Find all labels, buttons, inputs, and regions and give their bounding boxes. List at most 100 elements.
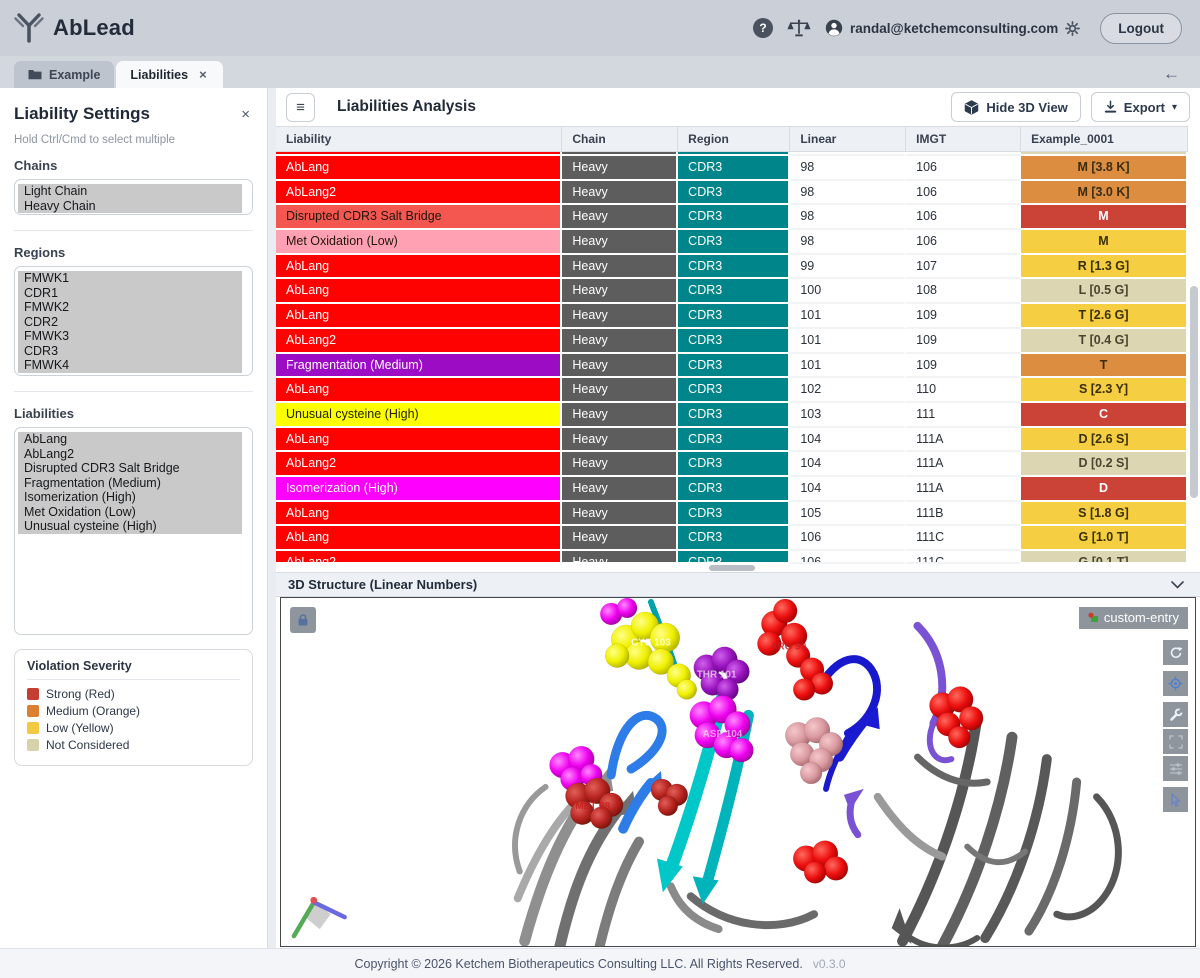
cell-region: CDR3: [678, 452, 790, 477]
column-header[interactable]: Chain: [562, 127, 678, 152]
column-header[interactable]: Example_0001: [1021, 127, 1188, 152]
cell-example: S [2.3 Y]: [1021, 378, 1188, 403]
chains-listbox[interactable]: Light ChainHeavy Chain: [14, 179, 253, 215]
gear-icon[interactable]: [1065, 21, 1080, 36]
cell-chain: Heavy: [562, 205, 678, 230]
cell-linear: 106: [790, 551, 906, 564]
regions-listbox[interactable]: FMWK1CDR1FMWK2CDR2FMWK3CDR3FMWK4: [14, 266, 253, 376]
region-option[interactable]: CDR2: [18, 315, 242, 330]
column-header[interactable]: Region: [678, 127, 790, 152]
table-row[interactable]: Fragmentation (Medium) Heavy CDR3 101 10…: [276, 354, 1188, 379]
cell-linear: 101: [790, 354, 906, 379]
table-row[interactable]: AbLang2 Heavy CDR3 104 111A D [0.2 S]: [276, 452, 1188, 477]
viewer-lock-button[interactable]: [290, 607, 316, 633]
cell-chain: Heavy: [562, 279, 678, 304]
table-row[interactable]: AbLang Heavy CDR3 105 111B S [1.8 G]: [276, 502, 1188, 527]
logout-button[interactable]: Logout: [1100, 13, 1182, 44]
liability-option[interactable]: Isomerization (High): [18, 490, 242, 505]
autofocus-button[interactable]: [1163, 671, 1188, 696]
export-button[interactable]: Export ▾: [1091, 92, 1190, 122]
cell-linear: 98: [790, 156, 906, 181]
help-icon[interactable]: ?: [753, 18, 773, 38]
column-header[interactable]: Liability: [276, 127, 562, 152]
cell-linear: 101: [790, 329, 906, 354]
table-row[interactable]: Met Oxidation (Low) Heavy CDR3 98 106 M: [276, 230, 1188, 255]
table-row[interactable]: AbLang Heavy CDR3 102 110 S [2.3 Y]: [276, 378, 1188, 403]
expand-button[interactable]: [1163, 729, 1188, 754]
region-option[interactable]: FMWK3: [18, 329, 242, 344]
close-icon[interactable]: ×: [238, 106, 253, 123]
table-row[interactable]: Unusual cysteine (High) Heavy CDR3 103 1…: [276, 403, 1188, 428]
liabilities-listbox[interactable]: AbLangAbLang2Disrupted CDR3 Salt BridgeF…: [14, 427, 253, 635]
cell-liability: AbLang2: [276, 181, 562, 206]
cell-region: CDR3: [678, 403, 790, 428]
table-row[interactable]: Isomerization (High) Heavy CDR3 104 111A…: [276, 477, 1188, 502]
liability-option[interactable]: AbLang: [18, 432, 242, 447]
resize-handle[interactable]: [709, 565, 755, 571]
structure-entry-chip[interactable]: custom-entry: [1079, 607, 1188, 629]
chain-option[interactable]: Heavy Chain: [18, 199, 242, 214]
table-row[interactable]: AbLang Heavy CDR3 99 107 R [1.3 G]: [276, 255, 1188, 280]
cell-linear: 98: [790, 230, 906, 255]
regions-label: Regions: [14, 245, 253, 260]
cell-chain: Heavy: [562, 354, 678, 379]
region-option[interactable]: FMWK1: [18, 271, 242, 286]
region-option[interactable]: CDR1: [18, 286, 242, 301]
tab-liabilities[interactable]: Liabilities ×: [116, 61, 222, 88]
scales-icon[interactable]: [787, 19, 811, 38]
liabilities-table: LiabilityChainRegionLinearIMGTExample_00…: [276, 126, 1200, 572]
cell-chain: Heavy: [562, 329, 678, 354]
liability-option[interactable]: Met Oxidation (Low): [18, 505, 242, 520]
cell-example: T [0.4 G]: [1021, 329, 1188, 354]
table-row[interactable]: AbLang Heavy CDR3 106 111C G [1.0 T]: [276, 526, 1188, 551]
menu-button[interactable]: ≡: [286, 93, 315, 122]
region-option[interactable]: CDR3: [18, 344, 242, 359]
structure-viewer[interactable]: CYS 103 THR 101 ARG 99 ASP 104 MET 98: [280, 597, 1196, 947]
table-vertical-scrollbar[interactable]: [1190, 286, 1198, 498]
selection-mode-button[interactable]: [1163, 787, 1188, 812]
cell-liability: Met Oxidation (Low): [276, 230, 562, 255]
version-text: v0.3.0: [813, 957, 846, 971]
cell-imgt: 110: [906, 378, 1021, 403]
chevron-down-icon[interactable]: [1167, 579, 1188, 591]
settings-button[interactable]: [1163, 756, 1188, 781]
region-option[interactable]: FMWK2: [18, 300, 242, 315]
cell-imgt: 111C: [906, 551, 1021, 564]
liability-option[interactable]: Disrupted CDR3 Salt Bridge: [18, 461, 242, 476]
region-option[interactable]: FMWK4: [18, 358, 242, 373]
hide-3d-view-button[interactable]: Hide 3D View: [951, 92, 1080, 122]
column-header[interactable]: IMGT: [906, 127, 1021, 152]
liability-option[interactable]: Unusual cysteine (High): [18, 519, 242, 534]
section-divider: [276, 564, 1188, 572]
cell-region: CDR3: [678, 279, 790, 304]
cell-linear: 99: [790, 255, 906, 280]
tab-example[interactable]: Example: [14, 61, 114, 88]
table-row[interactable]: AbLang Heavy CDR3 104 111A D [2.6 S]: [276, 428, 1188, 453]
table-row[interactable]: AbLang Heavy CDR3 101 109 T [2.6 G]: [276, 304, 1188, 329]
table-row[interactable]: AbLang2 Heavy CDR3 98 106 M [3.0 K]: [276, 181, 1188, 206]
table-row[interactable]: AbLang Heavy CDR3 100 108 L [0.5 G]: [276, 279, 1188, 304]
severity-swatch: [27, 688, 39, 700]
back-arrow-icon[interactable]: ←: [1157, 64, 1186, 88]
close-icon[interactable]: ×: [197, 67, 209, 82]
cell-example: G [0.1 T]: [1021, 551, 1188, 564]
cell-region: CDR3: [678, 205, 790, 230]
caret-down-icon: ▾: [1172, 102, 1177, 113]
cell-imgt: 111: [906, 403, 1021, 428]
cell-example: D [0.2 S]: [1021, 452, 1188, 477]
table-row[interactable]: Disrupted CDR3 Salt Bridge Heavy CDR3 98…: [276, 205, 1188, 230]
entry-chip-icon: [1088, 612, 1099, 623]
liability-option[interactable]: AbLang2: [18, 447, 242, 462]
cell-imgt: 111B: [906, 502, 1021, 527]
table-row[interactable]: AbLang2 Heavy CDR3 101 109 T [0.4 G]: [276, 329, 1188, 354]
table-row[interactable]: AbLang2 Heavy CDR3 106 111C G [0.1 T]: [276, 551, 1188, 564]
liability-option[interactable]: Fragmentation (Medium): [18, 476, 242, 491]
chain-option[interactable]: Light Chain: [18, 184, 242, 199]
reset-view-button[interactable]: [1163, 640, 1188, 665]
column-header[interactable]: Linear: [790, 127, 906, 152]
controls-button[interactable]: [1163, 702, 1188, 727]
cell-imgt: 109: [906, 354, 1021, 379]
residue-label-arg99: ARG 99: [770, 642, 806, 653]
structure-section-header[interactable]: 3D Structure (Linear Numbers): [276, 572, 1200, 597]
table-row[interactable]: AbLang Heavy CDR3 98 106 M [3.8 K]: [276, 156, 1188, 181]
